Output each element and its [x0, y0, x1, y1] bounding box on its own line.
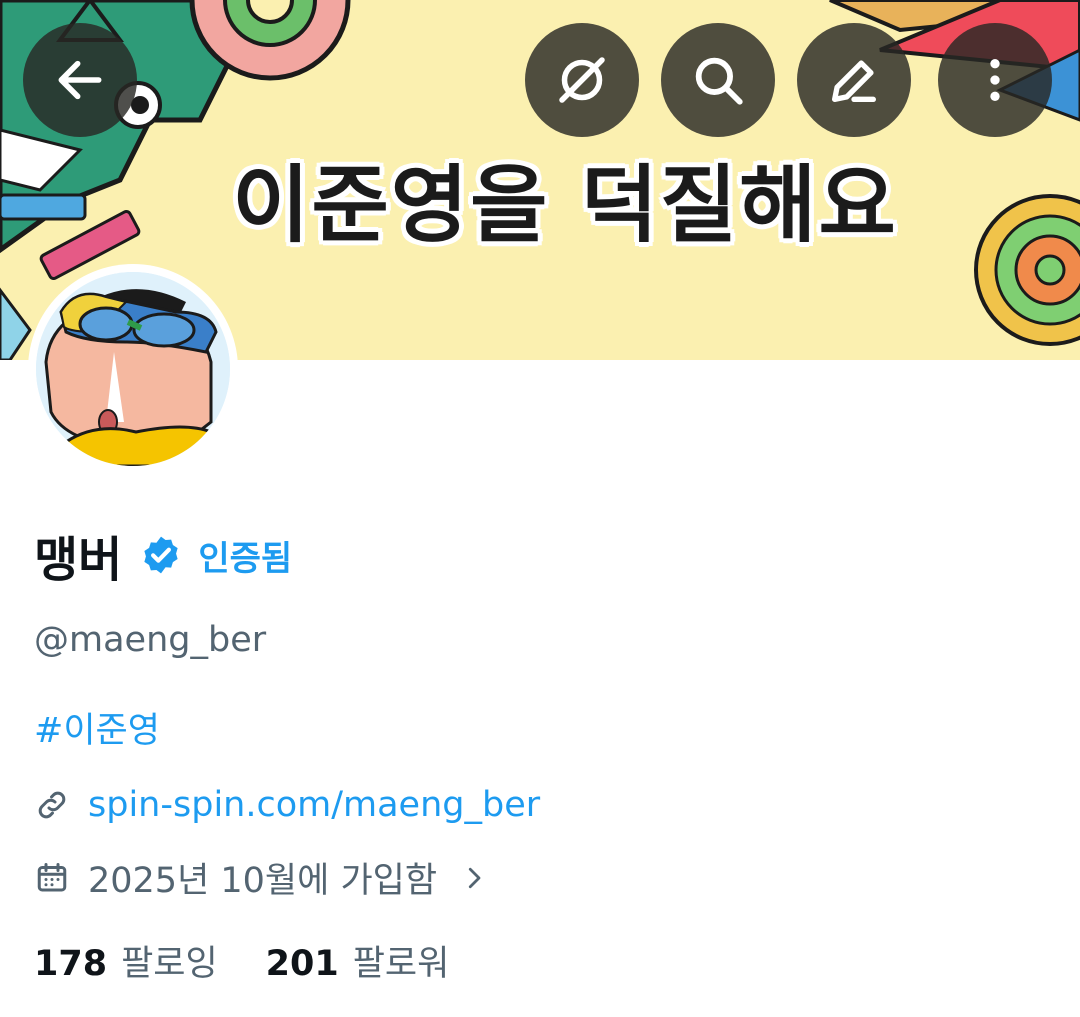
chevron-right-icon [468, 867, 481, 888]
grok-button[interactable] [525, 23, 639, 137]
user-handle: @maeng_ber [34, 620, 267, 660]
bio-hashtag-link[interactable]: #이준영 [34, 702, 160, 753]
edit-button[interactable] [797, 23, 911, 137]
following-count: 178 [34, 944, 108, 984]
followers-stat[interactable]: 201 팔로워 [266, 935, 450, 986]
search-button[interactable] [661, 23, 775, 137]
avatar[interactable] [28, 264, 238, 474]
link-icon [38, 791, 66, 819]
calendar-icon [37, 862, 67, 891]
following-label: 팔로잉 [121, 944, 218, 984]
back-button[interactable] [23, 23, 137, 137]
verified-badge-icon[interactable] [140, 534, 182, 576]
verified-label[interactable]: 인증됨 [198, 531, 292, 580]
joined-date: 2025년 10월에 가입함 [88, 861, 438, 901]
website-row: spin-spin.com/maeng_ber [34, 785, 540, 825]
banner-title: 이준영을 덕질해요 [232, 156, 898, 254]
avatar-image [36, 272, 230, 466]
grok-icon [559, 57, 605, 103]
more-button[interactable] [938, 23, 1052, 137]
back-arrow-icon [58, 60, 102, 100]
followers-count: 201 [265, 944, 339, 984]
website-link[interactable]: spin-spin.com/maeng_ber [88, 785, 540, 825]
edit-icon [832, 60, 876, 102]
follow-stats: 178 팔로잉 201 팔로워 [34, 935, 449, 986]
display-name: 맹버 [34, 532, 123, 588]
search-icon [695, 57, 743, 105]
more-vertical-icon [990, 59, 1000, 101]
followers-label: 팔로워 [352, 944, 450, 984]
name-row: 맹버 인증됨 [34, 520, 292, 590]
joined-row[interactable]: 2025년 10월에 가입함 [34, 852, 489, 903]
following-stat[interactable]: 178 팔로잉 [34, 935, 218, 986]
